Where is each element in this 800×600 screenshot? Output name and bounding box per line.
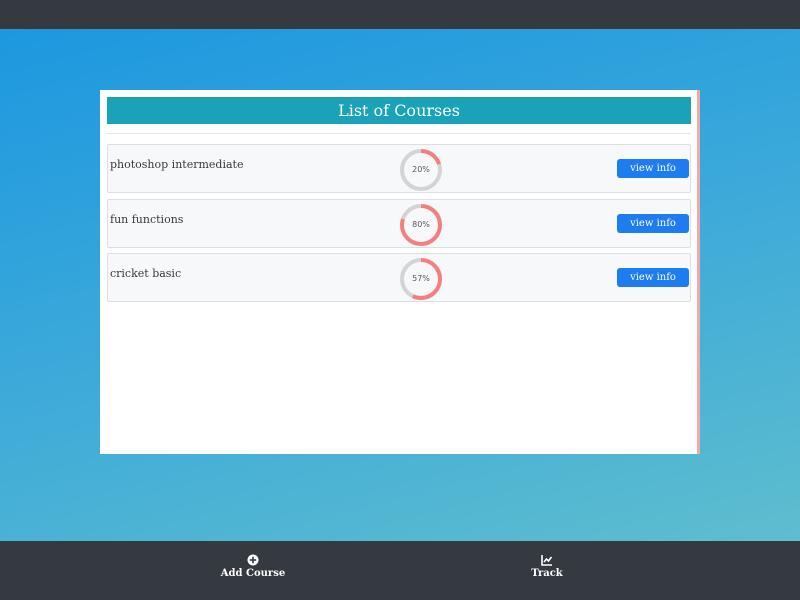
courses-panel: List of Courses photoshop intermediate 2…	[100, 90, 700, 454]
course-row: fun functions 80% view info	[107, 199, 691, 248]
view-info-button[interactable]: view info	[617, 268, 689, 287]
top-bar	[0, 0, 800, 29]
course-name: fun functions	[110, 213, 184, 226]
add-course-label: Add Course	[220, 568, 286, 579]
bottom-nav-bar: Add Course Track	[0, 541, 800, 600]
course-row: cricket basic 57% view info	[107, 253, 691, 302]
progress-percentage: 57%	[412, 274, 430, 283]
panel-title: List of Courses	[107, 97, 691, 124]
view-info-button[interactable]: view info	[617, 214, 689, 233]
plus-circle-icon	[247, 554, 259, 566]
course-row: photoshop intermediate 20% view info	[107, 144, 691, 193]
progress-ring: 80%	[399, 203, 443, 247]
progress-ring: 57%	[399, 257, 443, 301]
divider	[107, 133, 691, 134]
progress-ring: 20%	[399, 148, 443, 192]
track-label: Track	[531, 568, 563, 579]
progress-percentage: 80%	[412, 220, 430, 229]
chart-line-icon	[541, 555, 553, 566]
course-name: cricket basic	[110, 267, 182, 280]
progress-percentage: 20%	[412, 165, 430, 174]
add-course-button[interactable]: Add Course	[193, 554, 313, 579]
course-name: photoshop intermediate	[110, 158, 244, 171]
view-info-button[interactable]: view info	[617, 159, 689, 178]
track-button[interactable]: Track	[487, 554, 607, 579]
